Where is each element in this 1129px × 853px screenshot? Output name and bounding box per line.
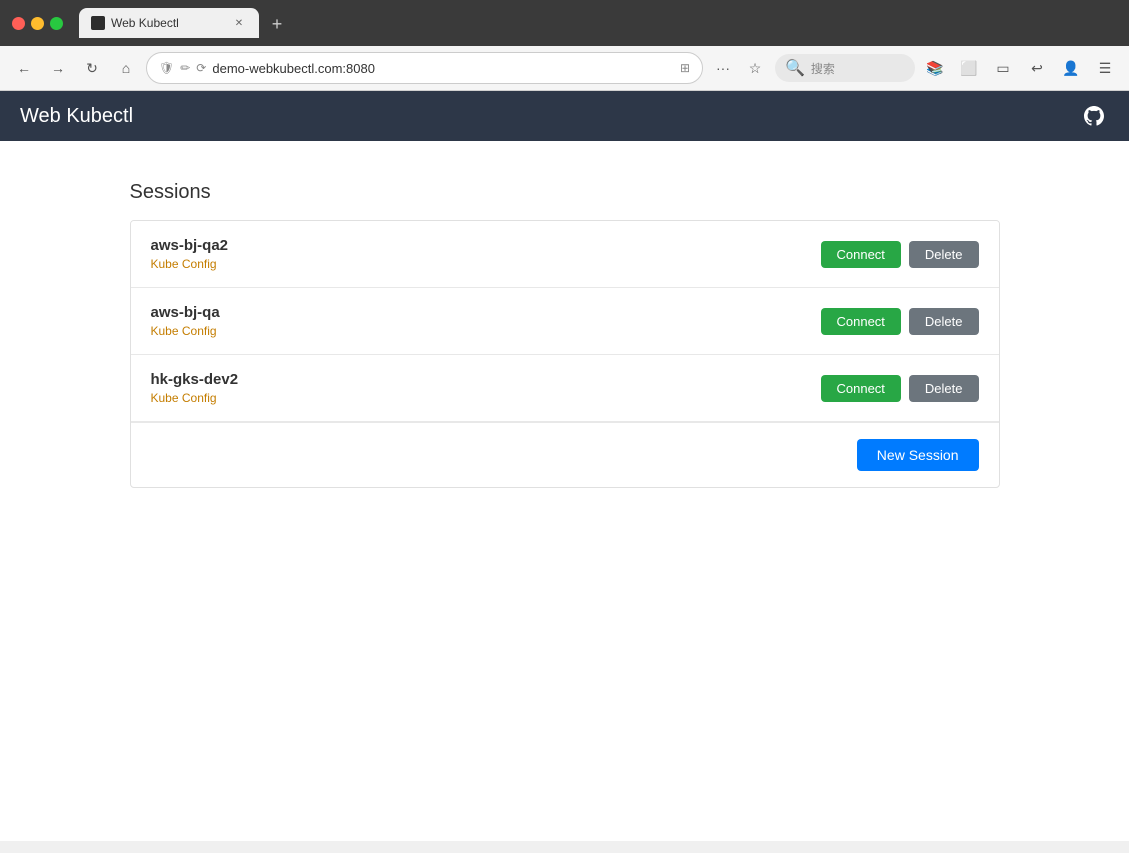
security-icon: 🛡 [159,61,174,75]
search-placeholder-text: 搜索 [811,60,835,77]
new-session-button[interactable]: New Session [857,439,979,471]
search-icon: 🔍 [785,58,805,78]
title-bar: Web Kubectl ✕ + [0,0,1129,46]
github-icon[interactable] [1079,101,1109,131]
session-type: Kube Config [151,324,821,338]
tab-close-button[interactable]: ✕ [231,15,247,31]
menu-button[interactable]: ☰ [1091,54,1119,82]
toolbar: ← → ↻ ⌂ 🛡 ✏ ⟳ demo-webkubectl.com:8080 ⊞… [0,46,1129,91]
delete-button[interactable]: Delete [909,308,979,335]
reader-button[interactable]: ▭ [989,54,1017,82]
minimize-button[interactable] [31,17,44,30]
app-header: Web Kubectl [0,91,1129,141]
session-type: Kube Config [151,257,821,271]
connect-button[interactable]: Connect [821,241,901,268]
address-bar[interactable]: 🛡 ✏ ⟳ demo-webkubectl.com:8080 ⊞ [146,52,703,84]
address-text: demo-webkubectl.com:8080 [212,61,674,76]
bookmarks-library-button[interactable]: 📚 [921,54,949,82]
session-actions: Connect Delete [821,241,979,268]
tab-favicon [91,16,105,30]
session-info: aws-bj-qa Kube Config [151,304,821,338]
session-actions: Connect Delete [821,375,979,402]
profile-button[interactable]: 👤 [1057,54,1085,82]
more-options-button[interactable]: ··· [709,54,737,82]
connect-button[interactable]: Connect [821,375,901,402]
delete-button[interactable]: Delete [909,241,979,268]
delete-button[interactable]: Delete [909,375,979,402]
search-bar[interactable]: 🔍 搜索 [775,54,915,82]
bookmark-button[interactable]: ☆ [741,54,769,82]
session-info: aws-bj-qa2 Kube Config [151,237,821,271]
browser-chrome: Web Kubectl ✕ + ← → ↻ ⌂ 🛡 ✏ ⟳ demo-webku… [0,0,1129,841]
close-button[interactable] [12,17,25,30]
session-info: hk-gks-dev2 Kube Config [151,371,821,405]
toolbar-right: ··· ☆ [709,54,769,82]
session-name: aws-bj-qa2 [151,237,821,254]
back-alt-button[interactable]: ↩ [1023,54,1051,82]
tab-bar: Web Kubectl ✕ + [71,8,1117,38]
connect-button[interactable]: Connect [821,308,901,335]
reload-button[interactable]: ↻ [78,54,106,82]
edit-icon: ✏ [180,61,190,75]
table-row: hk-gks-dev2 Kube Config Connect Delete [131,355,999,422]
reload-icon: ⟳ [196,61,206,75]
app-content: Sessions aws-bj-qa2 Kube Config Connect … [0,141,1129,841]
qr-icon: ⊞ [680,61,690,75]
table-row: aws-bj-qa Kube Config Connect Delete [131,288,999,355]
sessions-heading: Sessions [130,181,1000,204]
home-button[interactable]: ⌂ [112,54,140,82]
sessions-table: aws-bj-qa2 Kube Config Connect Delete aw… [130,220,1000,488]
sessions-container: Sessions aws-bj-qa2 Kube Config Connect … [130,181,1000,488]
screenshot-button[interactable]: ⬜ [955,54,983,82]
maximize-button[interactable] [50,17,63,30]
session-name: aws-bj-qa [151,304,821,321]
app-title: Web Kubectl [20,105,133,128]
session-actions: Connect Delete [821,308,979,335]
active-tab[interactable]: Web Kubectl ✕ [79,8,259,38]
new-tab-button[interactable]: + [263,10,291,38]
tab-title: Web Kubectl [111,16,179,30]
session-type: Kube Config [151,391,821,405]
table-row: aws-bj-qa2 Kube Config Connect Delete [131,221,999,288]
session-name: hk-gks-dev2 [151,371,821,388]
forward-button[interactable]: → [44,54,72,82]
back-button[interactable]: ← [10,54,38,82]
sessions-footer: New Session [131,422,999,487]
traffic-lights [12,17,63,30]
